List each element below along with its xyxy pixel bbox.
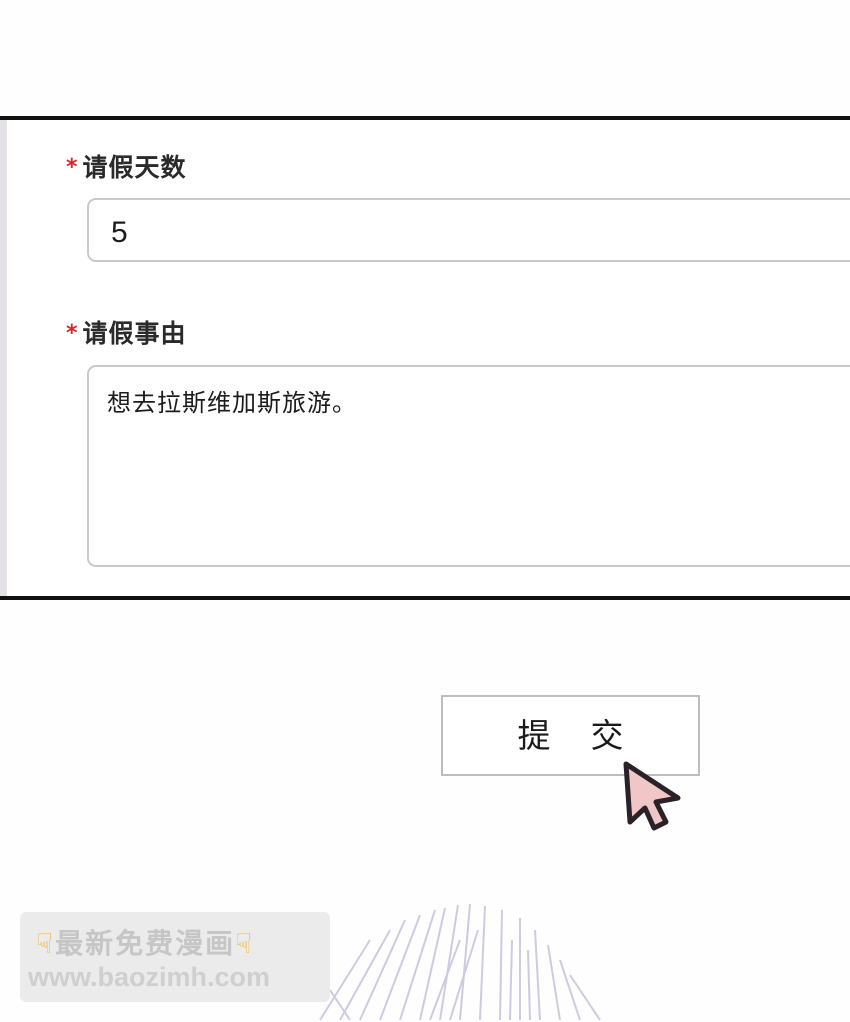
days-field-label: * 请假天数 — [66, 148, 187, 184]
required-mark: * — [66, 155, 79, 180]
days-label-text: 请假天数 — [82, 153, 187, 182]
reason-field-label: * 请假事由 — [66, 314, 187, 350]
panel-left-edge — [0, 120, 7, 596]
leave-form-panel: * 请假天数 5 * 请假事由 想去拉斯维加斯旅游。 — [0, 116, 850, 600]
watermark: ☟最新免费漫画☟ www.baozimh.com — [20, 912, 330, 1002]
page: * 请假天数 5 * 请假事由 想去拉斯维加斯旅游。 提交 ☟最新免费漫画☟ www… — [0, 0, 850, 1022]
days-input[interactable]: 5 — [87, 198, 850, 262]
required-mark: * — [66, 321, 79, 346]
watermark-title-text: 最新免费漫画 — [55, 927, 236, 960]
mouse-pointer-icon — [623, 761, 681, 831]
watermark-url: www.baozimh.com — [28, 962, 271, 992]
pointing-down-hand-icon: ☟ — [235, 927, 255, 960]
pointing-down-hand-icon: ☟ — [36, 927, 56, 960]
reason-label-text: 请假事由 — [82, 319, 187, 348]
reason-textarea[interactable]: 想去拉斯维加斯旅游。 — [87, 365, 850, 567]
watermark-title: ☟最新免费漫画☟ — [36, 922, 254, 962]
